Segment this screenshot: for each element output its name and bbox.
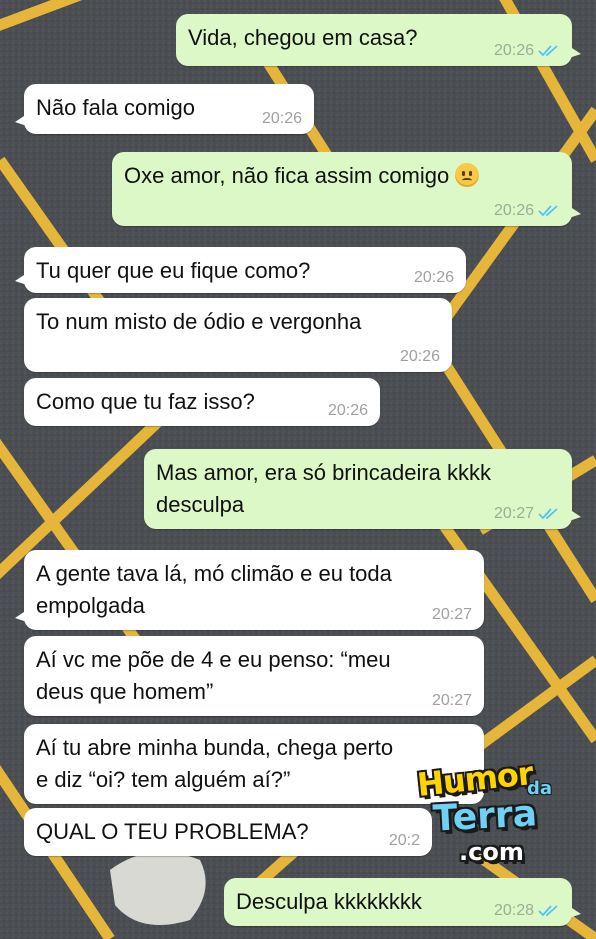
message-text: Aí tu abre minha bunda, chega perto bbox=[36, 735, 394, 760]
message-time: 20:26 bbox=[493, 42, 534, 59]
logo-line-com: .com bbox=[459, 838, 524, 866]
message-text: Mas amor, era só brincadeira kkkk bbox=[156, 460, 492, 485]
message-meta: 20:26 bbox=[262, 110, 302, 128]
message-meta: 20:27 bbox=[432, 606, 472, 624]
message-text: QUAL O TEU PROBLEMA? bbox=[36, 819, 309, 844]
incoming-message-bubble[interactable]: Como que tu faz isso? 20:26 bbox=[24, 378, 380, 426]
confused-face-emoji bbox=[455, 163, 480, 187]
read-double-check-icon bbox=[538, 205, 558, 217]
incoming-message-bubble[interactable]: Aí vc me põe de 4 e eu penso: “meu deus q… bbox=[24, 636, 484, 716]
message-meta: 20:26 bbox=[414, 269, 454, 287]
message-text: e diz “oi? tem alguém aí?” bbox=[36, 767, 291, 792]
message-text: deus que homem” bbox=[36, 679, 214, 704]
message-text: A gente tava lá, mó climão e eu toda bbox=[36, 561, 392, 586]
incoming-message-bubble[interactable]: A gente tava lá, mó climão e eu toda empo… bbox=[15, 550, 484, 630]
outgoing-message-bubble[interactable]: Mas amor, era só brincadeira kkkk desculp… bbox=[144, 449, 581, 529]
outgoing-message-bubble[interactable]: Desculpa kkkkkkkk 20:28 bbox=[224, 878, 581, 926]
message-time: 20:28 bbox=[493, 902, 534, 919]
read-double-check-icon bbox=[538, 45, 558, 57]
message-meta: 20:27 bbox=[432, 692, 472, 710]
read-double-check-icon bbox=[538, 905, 558, 917]
message-text: empolgada bbox=[36, 593, 145, 618]
message-time: 20:27 bbox=[431, 606, 472, 623]
message-meta: 20:26 bbox=[494, 42, 560, 60]
message-meta: 20:26 bbox=[328, 402, 368, 420]
message-text: Oxe amor, não fica assim comigo bbox=[124, 160, 560, 192]
message-time: 20:26 bbox=[261, 110, 302, 127]
message-meta: 20:27 bbox=[494, 505, 560, 523]
message-time: 20:27 bbox=[431, 692, 472, 709]
message-meta: 20:28 bbox=[494, 902, 560, 920]
incoming-message-bubble[interactable]: Tu quer que eu fique como? 20:26 bbox=[15, 247, 466, 293]
message-text: Como que tu faz isso? bbox=[36, 389, 255, 414]
message-text: Tu quer que eu fique como? bbox=[36, 258, 311, 283]
incoming-message-bubble[interactable]: QUAL O TEU PROBLEMA? 20:2 bbox=[24, 808, 432, 856]
message-text: To num misto de ódio e vergonha bbox=[36, 309, 362, 334]
incoming-message-bubble[interactable]: Não fala comigo 20:26 bbox=[15, 84, 314, 134]
outgoing-message-bubble[interactable]: Vida, chegou em casa? 20:26 bbox=[176, 14, 581, 66]
outgoing-message-bubble[interactable]: Oxe amor, não fica assim comigo 20:26 bbox=[112, 152, 581, 226]
message-time: 20:26 bbox=[413, 269, 454, 286]
logo-line-terra: Terra bbox=[431, 793, 539, 840]
message-time: 20:26 bbox=[399, 348, 440, 365]
message-time: 20:26 bbox=[327, 402, 368, 419]
humor-da-terra-logo: Humor da Terra .com bbox=[415, 754, 575, 875]
message-time: 20:26 bbox=[493, 202, 534, 219]
message-meta: 20:26 bbox=[400, 348, 440, 366]
message-text: Aí vc me põe de 4 e eu penso: “meu bbox=[36, 647, 391, 672]
message-time: 20:27 bbox=[493, 505, 534, 522]
incoming-message-bubble[interactable]: To num misto de ódio e vergonha 20:26 bbox=[24, 298, 452, 372]
read-double-check-icon bbox=[538, 508, 558, 520]
message-meta: 20:26 bbox=[494, 202, 560, 220]
